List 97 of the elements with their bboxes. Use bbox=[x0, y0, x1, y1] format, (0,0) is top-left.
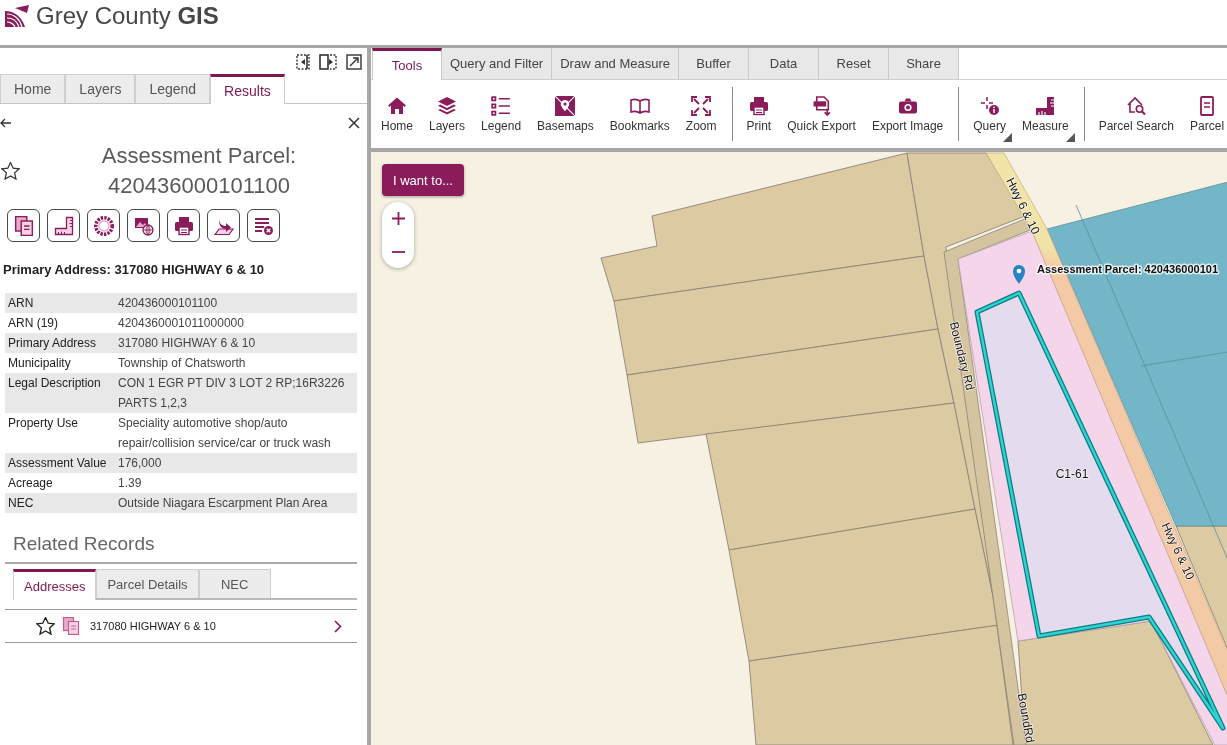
toolbar-tab[interactable]: Tools bbox=[372, 48, 442, 80]
book-icon bbox=[629, 96, 650, 115]
tool-button[interactable]: Bookmarks bbox=[601, 84, 678, 144]
attribute-value: Speciality automotive shop/auto repair/collision service/car or truck wash bbox=[118, 415, 332, 452]
action-button[interactable] bbox=[47, 209, 80, 242]
tool-button[interactable]: Quick Export bbox=[779, 84, 864, 144]
attribute-label: ARN bbox=[7, 295, 35, 312]
house-search-icon bbox=[1126, 95, 1147, 116]
location-pin-icon bbox=[1013, 265, 1025, 284]
panel-tab[interactable]: Legend bbox=[135, 74, 211, 103]
record-summary: Primary Address: 317080 HIGHWAY 6 & 10 bbox=[2, 261, 266, 278]
tool-button[interactable]: Home bbox=[373, 84, 421, 144]
printer-icon bbox=[748, 95, 769, 116]
attribute-label: Acreage bbox=[7, 475, 54, 492]
attribute-value: 420436000101100 bbox=[118, 295, 219, 312]
action-button[interactable] bbox=[207, 209, 240, 242]
attribute-label: Legal Description bbox=[7, 375, 102, 392]
tool-button[interactable]: Parcel Search bbox=[1090, 84, 1183, 144]
attribute-value: 1.39 bbox=[118, 475, 143, 492]
attribute-value: 317080 HIGHWAY 6 & 10 bbox=[118, 335, 257, 352]
section-heading: Related Records bbox=[12, 532, 156, 556]
tool-button[interactable]: Print bbox=[738, 84, 780, 144]
camera-icon bbox=[897, 96, 918, 115]
action-button[interactable] bbox=[127, 209, 160, 242]
road-label: Hwy 6 & 10 bbox=[1003, 175, 1043, 237]
attribute-label: Assessment Value bbox=[7, 455, 108, 472]
attribute-label: Property Use bbox=[7, 415, 80, 432]
tool-button[interactable]: Export Image bbox=[863, 84, 952, 144]
panel-tab[interactable]: Layers bbox=[65, 74, 136, 103]
action-button[interactable] bbox=[247, 209, 280, 242]
related-records-tab[interactable]: Addresses bbox=[13, 569, 97, 600]
tool-button[interactable]: Query bbox=[965, 84, 1014, 144]
panel-tab[interactable]: Results bbox=[210, 74, 285, 104]
tool-button[interactable]: Legend bbox=[473, 84, 530, 144]
toolbar-tab[interactable]: Share bbox=[889, 48, 960, 79]
house-icon bbox=[387, 95, 407, 116]
crosshair-info-icon bbox=[979, 95, 1000, 116]
split-view-icon[interactable] bbox=[319, 54, 337, 70]
copy-icon bbox=[13, 215, 34, 236]
attribute-label: NEC bbox=[7, 495, 35, 512]
map-globe-icon bbox=[133, 215, 154, 236]
attribute-label: Municipality bbox=[7, 355, 72, 372]
printer-icon bbox=[173, 215, 194, 236]
map-pin-tile-icon bbox=[555, 95, 576, 116]
related-records-tab[interactable]: NEC bbox=[198, 569, 271, 598]
dock-left-icon[interactable] bbox=[296, 54, 310, 70]
toolbar-tab[interactable]: Query and Filter bbox=[442, 48, 553, 79]
attribute-value: 4204360001011000000 bbox=[118, 315, 245, 332]
chevron-right-icon[interactable] bbox=[334, 619, 342, 633]
logo-icon bbox=[5, 5, 29, 27]
action-button[interactable] bbox=[7, 209, 40, 242]
road-label: BoundRd bbox=[1014, 692, 1038, 744]
panel-tab[interactable]: Home bbox=[0, 74, 66, 103]
layers-icon bbox=[437, 95, 458, 116]
ring-icon bbox=[93, 215, 114, 236]
ruler-corner-icon bbox=[53, 215, 74, 236]
app-title: Grey County GIS bbox=[36, 3, 219, 29]
attribute-label: ARN (19) bbox=[7, 315, 59, 332]
minus-icon bbox=[391, 250, 405, 253]
record-title: Assessment Parcel: 420436000101100 bbox=[100, 142, 298, 200]
i-want-to-button[interactable]: I want to... bbox=[382, 164, 464, 196]
zone-label: C1-61 bbox=[1055, 467, 1089, 481]
tool-button[interactable]: Parcel bbox=[1182, 84, 1227, 144]
tool-button[interactable]: Zoom bbox=[677, 84, 725, 144]
toolbar-tab[interactable]: Reset bbox=[819, 48, 890, 79]
tool-button[interactable]: Basemaps bbox=[529, 84, 602, 144]
attribute-value: CON 1 EGR PT DIV 3 LOT 2 RP;16R3226 PARTS 1,2,3 bbox=[118, 375, 346, 412]
road-label: Hwy 6 & 10 bbox=[1158, 520, 1198, 582]
toolbar-tab[interactable]: Draw and Measure bbox=[552, 48, 680, 79]
document-icon bbox=[1200, 95, 1215, 116]
tool-button[interactable]: Layers bbox=[421, 84, 474, 144]
toolbar-tab[interactable]: Data bbox=[749, 48, 820, 79]
action-button[interactable] bbox=[87, 209, 120, 242]
tool-button[interactable]: Measure bbox=[1013, 84, 1077, 144]
dropdown-corner-icon bbox=[1065, 133, 1075, 142]
attribute-label: Primary Address bbox=[7, 335, 98, 352]
road-label: Boundary Rd bbox=[946, 320, 978, 392]
dropdown-corner-icon bbox=[1002, 133, 1012, 142]
action-button[interactable] bbox=[167, 209, 200, 242]
expand-icon bbox=[691, 95, 712, 116]
close-icon[interactable] bbox=[348, 117, 360, 129]
attribute-value: Outside Niagara Escarpment Plan Area bbox=[118, 495, 329, 512]
list-remove-icon bbox=[253, 215, 274, 236]
document-export-icon bbox=[811, 95, 832, 116]
copy-icon bbox=[62, 617, 80, 635]
attribute-value: Township of Chatsworth bbox=[118, 355, 247, 372]
toolbar-tab[interactable]: Buffer bbox=[679, 48, 750, 79]
attribute-value: 176,000 bbox=[118, 455, 163, 472]
related-record-link[interactable]: 317080 HIGHWAY 6 & 10 bbox=[90, 620, 216, 632]
related-records-tab[interactable]: Parcel Details bbox=[96, 569, 199, 598]
star-icon[interactable] bbox=[1, 162, 20, 180]
plus-icon bbox=[391, 212, 405, 225]
ruler-icon bbox=[1035, 95, 1056, 116]
popout-icon[interactable] bbox=[346, 54, 362, 70]
list-icon bbox=[491, 95, 512, 116]
back-arrow-icon[interactable] bbox=[0, 117, 11, 129]
star-icon[interactable] bbox=[36, 617, 55, 635]
